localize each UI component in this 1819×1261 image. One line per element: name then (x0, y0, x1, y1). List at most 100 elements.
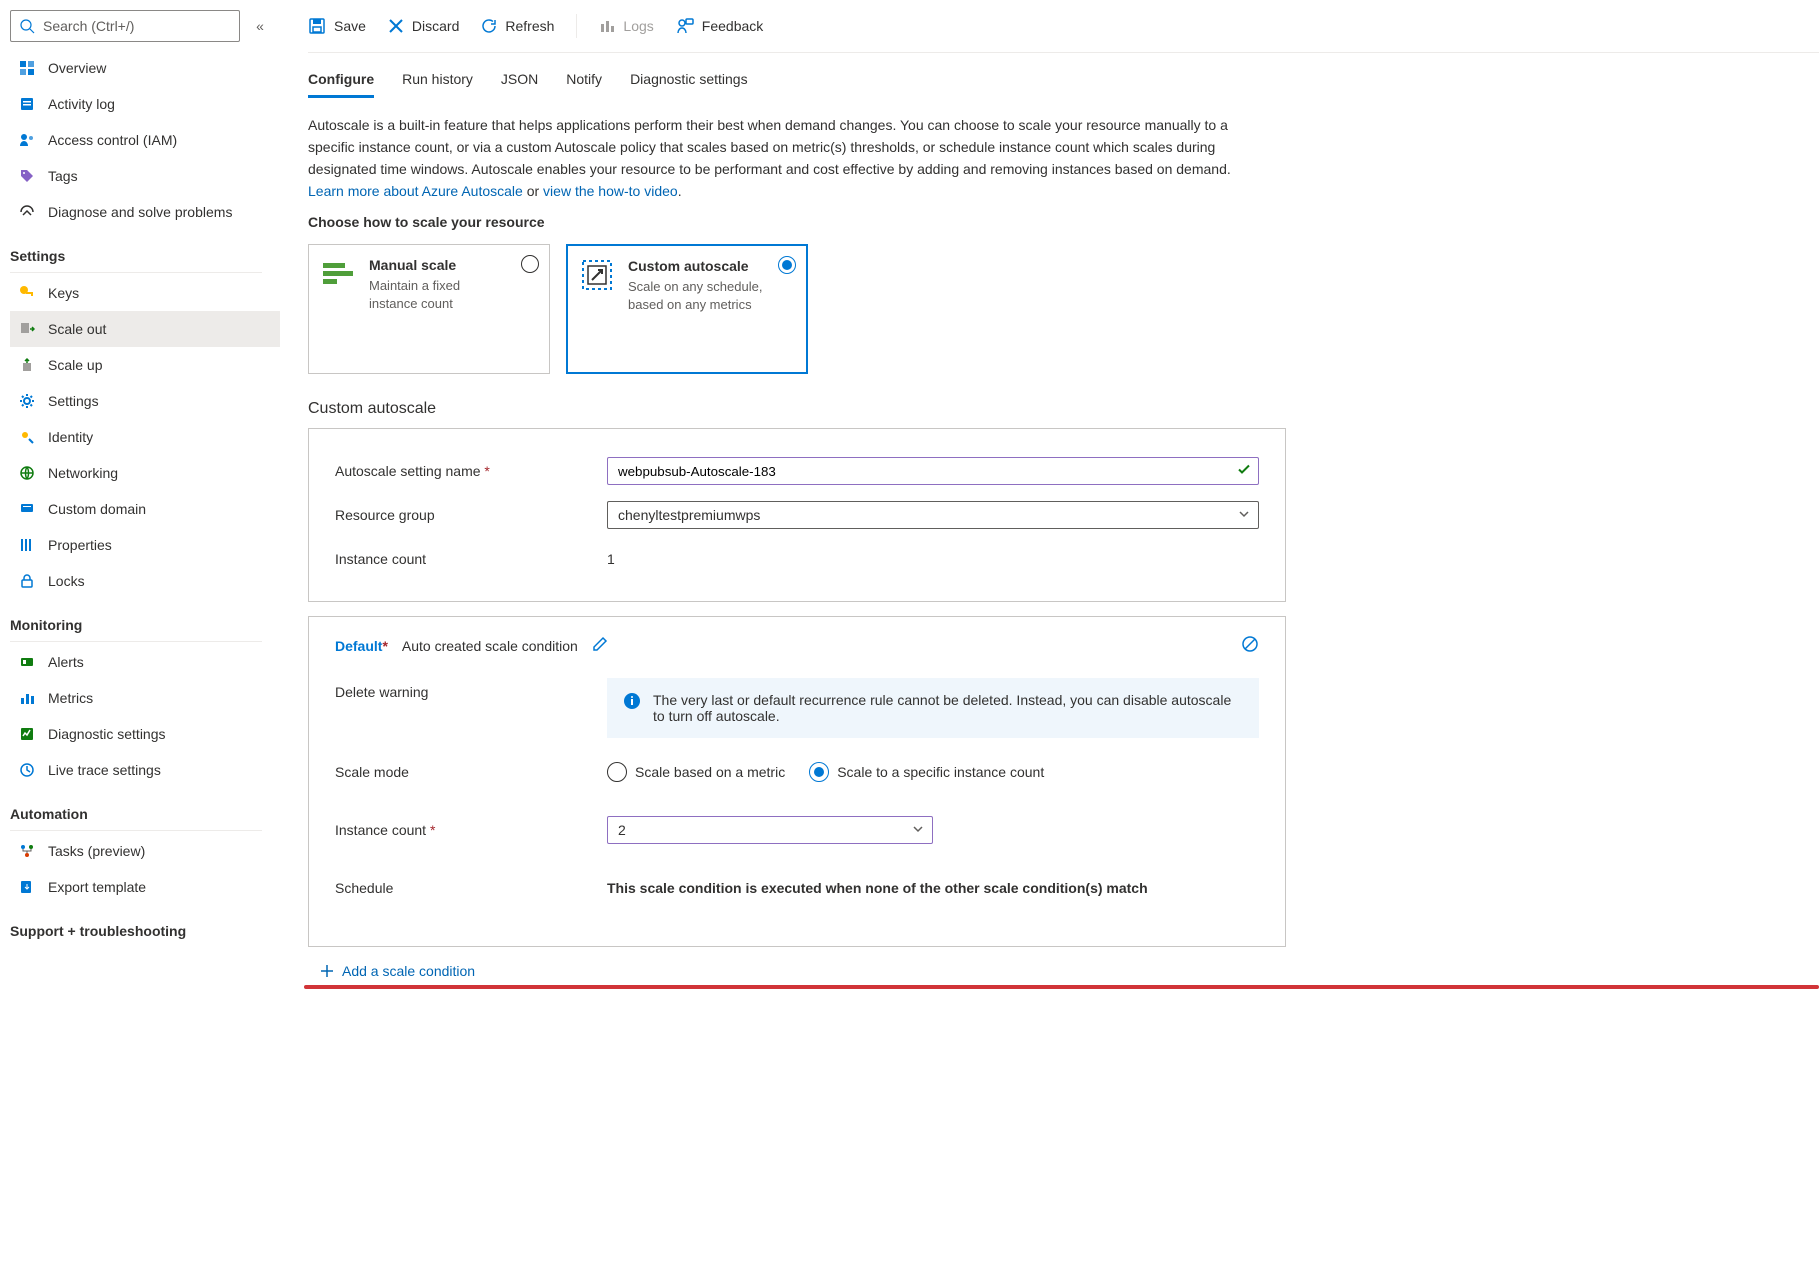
resource-group-select[interactable]: chenyltestpremiumwps (607, 501, 1259, 529)
nav-networking[interactable]: Networking (10, 455, 280, 491)
custom-autoscale-radio[interactable] (778, 256, 796, 274)
nav-scale-up[interactable]: Scale up (10, 347, 280, 383)
nav-label: Custom domain (48, 501, 146, 517)
tab-json[interactable]: JSON (501, 63, 538, 98)
nav-label: Overview (48, 60, 106, 76)
scale-mode-fixed-radio[interactable] (809, 762, 829, 782)
scale-up-icon (18, 356, 36, 374)
disable-condition-button[interactable] (1241, 635, 1259, 656)
discard-label: Discard (412, 18, 459, 34)
access-control-icon (18, 131, 36, 149)
nav-identity[interactable]: Identity (10, 419, 280, 455)
collapse-sidebar-button[interactable]: « (250, 18, 270, 34)
nav-diagnose[interactable]: Diagnose and solve problems (10, 194, 280, 230)
nav-settings[interactable]: Settings (10, 383, 280, 419)
scale-mode-fixed-label: Scale to a specific instance count (837, 764, 1044, 780)
identity-icon (18, 428, 36, 446)
save-button[interactable]: Save (308, 17, 366, 35)
nav-locks[interactable]: Locks (10, 563, 280, 599)
learn-more-link[interactable]: Learn more about Azure Autoscale (308, 183, 523, 199)
nav-label: Tasks (preview) (48, 843, 145, 859)
instance-count-label: Instance count (335, 551, 607, 567)
tab-notify[interactable]: Notify (566, 63, 602, 98)
nav-export-template[interactable]: Export template (10, 869, 280, 905)
nav-overview[interactable]: Overview (10, 50, 280, 86)
nav-alerts[interactable]: Alerts (10, 644, 280, 680)
activity-log-icon (18, 95, 36, 113)
nav-label: Keys (48, 285, 79, 301)
nav-label: Export template (48, 879, 146, 895)
discard-button[interactable]: Discard (388, 18, 459, 34)
nav-label: Alerts (48, 654, 84, 670)
overview-icon (18, 59, 36, 77)
manual-scale-radio[interactable] (521, 255, 539, 273)
custom-domain-icon (18, 500, 36, 518)
how-to-video-link[interactable]: view the how-to video (543, 183, 678, 199)
nav-tasks[interactable]: Tasks (preview) (10, 833, 280, 869)
nav-label: Properties (48, 537, 112, 553)
nav-custom-domain[interactable]: Custom domain (10, 491, 280, 527)
resource-group-label: Resource group (335, 507, 607, 523)
nav-label: Tags (48, 168, 78, 184)
plus-icon (320, 964, 334, 978)
section-monitoring-header: Monitoring (10, 599, 280, 639)
custom-autoscale-heading: Custom autoscale (308, 400, 1779, 418)
manual-scale-title: Manual scale (369, 257, 509, 273)
nav-access-control[interactable]: Access control (IAM) (10, 122, 280, 158)
edit-condition-button[interactable] (592, 636, 608, 655)
chevron-down-icon (912, 822, 924, 838)
nav-label: Scale out (48, 321, 106, 337)
nav-diagnostic-settings[interactable]: Diagnostic settings (10, 716, 280, 752)
nav-label: Scale up (48, 357, 102, 373)
refresh-label: Refresh (505, 18, 554, 34)
nav-properties[interactable]: Properties (10, 527, 280, 563)
search-input[interactable] (41, 17, 231, 35)
scale-mode-metric-radio[interactable] (607, 762, 627, 782)
nav-label: Diagnostic settings (48, 726, 166, 742)
sidebar: « Overview Activity log Access control (… (0, 0, 280, 1261)
tab-diagnostic-settings[interactable]: Diagnostic settings (630, 63, 748, 98)
delete-warning-info: The very last or default recurrence rule… (607, 678, 1259, 738)
nav-scale-out[interactable]: Scale out (10, 311, 280, 347)
scale-mode-metric-label: Scale based on a metric (635, 764, 785, 780)
logs-icon (599, 18, 615, 34)
section-settings-header: Settings (10, 230, 280, 270)
refresh-button[interactable]: Refresh (481, 18, 554, 34)
cond-instance-count-select[interactable]: 2 (607, 816, 933, 844)
tabs: Configure Run history JSON Notify Diagno… (308, 63, 1779, 98)
metrics-icon (18, 689, 36, 707)
lock-icon (18, 572, 36, 590)
search-icon (19, 18, 35, 34)
description-text: Autoscale is a built-in feature that hel… (308, 114, 1248, 202)
custom-autoscale-card[interactable]: Custom autoscale Scale on any schedule, … (566, 244, 808, 374)
nav-label: Networking (48, 465, 118, 481)
logs-button: Logs (599, 18, 653, 34)
cond-instance-count-label: Instance count * (335, 822, 607, 838)
logs-label: Logs (623, 18, 653, 34)
condition-subtitle: Auto created scale condition (402, 638, 578, 654)
manual-scale-subtitle: Maintain a fixed instance count (369, 277, 509, 313)
tab-run-history[interactable]: Run history (402, 63, 473, 98)
nav-label: Identity (48, 429, 93, 445)
manual-scale-card[interactable]: Manual scale Maintain a fixed instance c… (308, 244, 550, 374)
tab-configure[interactable]: Configure (308, 63, 374, 98)
nav-tags[interactable]: Tags (10, 158, 280, 194)
search-box[interactable] (10, 10, 240, 42)
networking-icon (18, 464, 36, 482)
manual-scale-icon (321, 257, 357, 293)
instance-count-value: 1 (607, 551, 615, 567)
add-scale-condition-button[interactable]: Add a scale condition (320, 963, 1779, 979)
nav-activity-log[interactable]: Activity log (10, 86, 280, 122)
choose-title: Choose how to scale your resource (308, 214, 1779, 230)
delete-warning-label: Delete warning (335, 678, 607, 700)
save-icon (308, 17, 326, 35)
diagnose-icon (18, 203, 36, 221)
feedback-button[interactable]: Feedback (676, 17, 763, 35)
nav-keys[interactable]: Keys (10, 275, 280, 311)
nav-live-trace[interactable]: Live trace settings (10, 752, 280, 788)
nav-metrics[interactable]: Metrics (10, 680, 280, 716)
alerts-icon (18, 653, 36, 671)
setting-name-input[interactable] (607, 457, 1259, 485)
nav-label: Metrics (48, 690, 93, 706)
keys-icon (18, 284, 36, 302)
